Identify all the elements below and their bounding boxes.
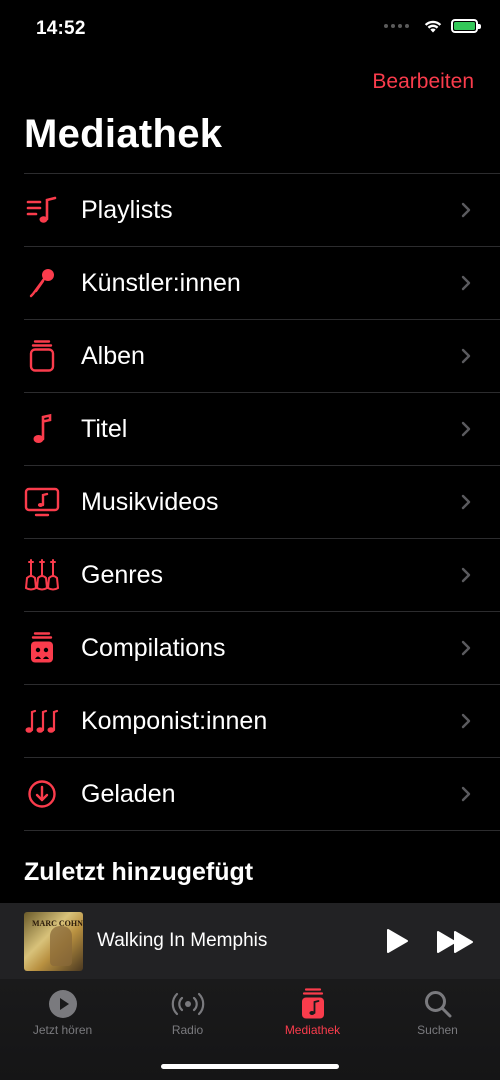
tab-label: Suchen [417, 1023, 458, 1037]
library-item-playlists[interactable]: Playlists [24, 174, 500, 247]
skip-forward-button[interactable] [436, 929, 476, 955]
library-item-label: Künstler:innen [81, 268, 241, 297]
library-item-label: Geladen [81, 779, 176, 808]
library-item-albums[interactable]: Alben [24, 320, 500, 393]
tab-label: Mediathek [284, 1023, 341, 1037]
library-item-label: Titel [81, 414, 128, 443]
fast-forward-icon [437, 931, 473, 953]
library-item-downloaded[interactable]: Geladen [24, 758, 500, 831]
page-title: Mediathek [24, 112, 223, 156]
library-item-songs[interactable]: Titel [24, 393, 500, 466]
library-item-music-videos[interactable]: Musikvideos [24, 466, 500, 539]
library-item-label: Compilations [81, 633, 226, 662]
chevron-right-icon [458, 713, 474, 729]
library-list: Playlists Künstler:innen Alben Titel Mus… [24, 173, 500, 831]
library-item-label: Alben [81, 341, 145, 370]
library-item-label: Genres [81, 560, 163, 589]
library-music-icon [299, 987, 327, 1021]
library-item-label: Musikvideos [81, 487, 219, 516]
library-item-compilations[interactable]: Compilations [24, 612, 500, 685]
album-icon [24, 338, 60, 374]
library-item-artists[interactable]: Künstler:innen [24, 247, 500, 320]
tab-search[interactable]: Suchen [375, 987, 500, 1043]
tab-label: Radio [171, 1023, 204, 1037]
library-item-genres[interactable]: Genres [24, 539, 500, 612]
chevron-right-icon [458, 275, 474, 291]
mini-player[interactable]: MARC COHN Walking In Memphis [0, 903, 500, 979]
download-icon [24, 776, 60, 812]
now-playing-title: Walking In Memphis [97, 930, 268, 951]
wifi-icon [424, 20, 442, 33]
tab-listen-now[interactable]: Jetzt hören [0, 987, 125, 1043]
album-art[interactable]: MARC COHN [24, 912, 83, 971]
status-bar: 14:52 [0, 0, 500, 60]
recently-added-title: Zuletzt hinzugefügt [24, 858, 254, 886]
playlist-icon [24, 192, 60, 228]
microphone-icon [24, 265, 60, 301]
tv-music-icon [24, 484, 60, 520]
play-circle-icon [48, 987, 78, 1021]
chevron-right-icon [458, 786, 474, 802]
tab-radio[interactable]: Radio [125, 987, 250, 1043]
battery-icon [451, 18, 481, 33]
play-icon [387, 929, 408, 953]
edit-button[interactable]: Bearbeiten [372, 70, 474, 94]
status-time: 14:52 [36, 18, 86, 39]
music-note-icon [24, 411, 60, 447]
cellular-signal-icon [384, 23, 409, 28]
library-item-label: Playlists [81, 195, 173, 224]
compilation-icon [24, 630, 60, 666]
library-item-label: Komponist:innen [81, 706, 268, 735]
chevron-right-icon [458, 640, 474, 656]
chevron-right-icon [458, 494, 474, 510]
tab-label: Jetzt hören [32, 1023, 93, 1037]
home-indicator[interactable] [161, 1064, 339, 1069]
chevron-right-icon [458, 567, 474, 583]
status-indicators [384, 18, 481, 33]
search-icon [423, 987, 453, 1021]
tab-library[interactable]: Mediathek [250, 987, 375, 1043]
play-button[interactable] [383, 927, 411, 955]
library-item-composers[interactable]: Komponist:innen [24, 685, 500, 758]
music-notes-icon [24, 703, 60, 739]
chevron-right-icon [458, 421, 474, 437]
chevron-right-icon [458, 348, 474, 364]
radio-waves-icon [169, 987, 207, 1021]
chevron-right-icon [458, 202, 474, 218]
guitars-icon [24, 557, 60, 593]
